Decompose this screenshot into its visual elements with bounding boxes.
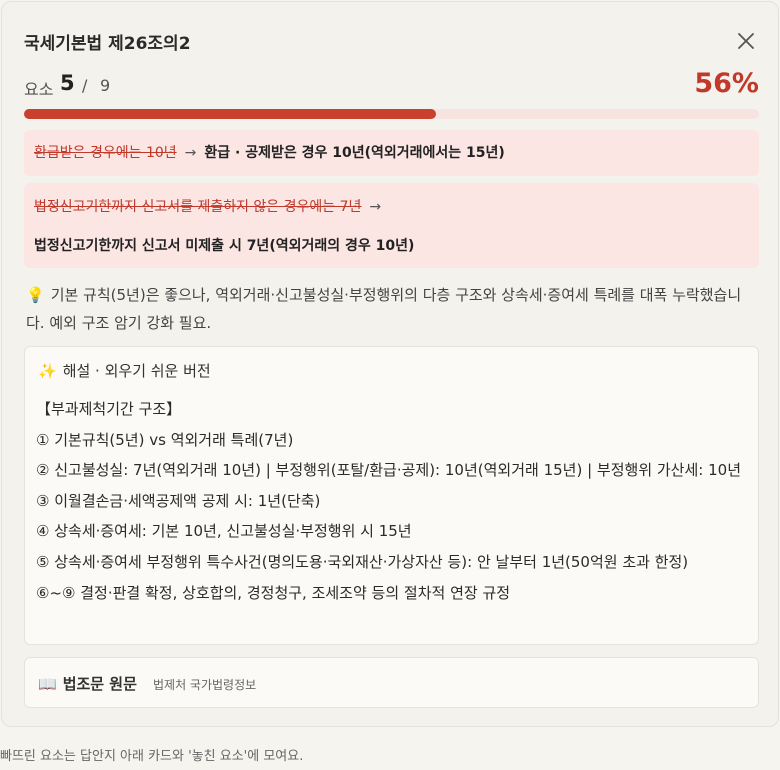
progress-row: 요소 5 / 9 56% [24,68,759,104]
lightbulb-icon: 💡 [26,286,45,304]
explanation-body: 【부과제척기간 구조】 ① 기본규칙(5년) vs 역외거래 특례(7년) ② … [36,394,751,608]
card-title: 국세기본법 제26조의2 [24,34,191,54]
step-current: 5 [60,71,75,95]
law-text-toggle[interactable]: 📖 법조문 원문 법제처 국가법령정보 [24,657,759,708]
correction-item: 환급받은 경우에는 10년 → 환급 · 공제받은 경우 10년(역외거래에서는 1… [24,130,759,176]
correct-text: 환급 · 공제받은 경우 10년(역외거래에서는 15년) [204,145,505,161]
explanation-line: 【부과제척기간 구조】 [36,400,182,418]
explanation-line: ⑤ 상속세·증여세 부정행위 특수사건(명의도용·국외재산·가상자산 등): 안… [36,552,689,571]
result-card: 국세기본법 제26조의2 요소 5 / 9 56% 환급받은 경우에는 10년 →… [1,1,779,727]
step-total: 9 [100,76,111,95]
progress-bar-fill [24,109,436,119]
explanation-line: ② 신고불성실: 7년(역외거래 10년) | 부정행위(포탈/환급·공제): … [36,461,741,480]
arrow-right-icon: → [184,145,197,161]
explanation-line: ③ 이월결손금·세액공제액 공제 시: 1년(단축) [36,491,321,510]
tip-text: 기본 규칙(5년)은 좋으나, 역외거래·신고불성실·부정행위의 다층 구조와 … [26,286,742,332]
law-title-label: 법조문 원문 [62,675,137,693]
footer-note: 빠뜨린 요소는 답안지 아래 카드와 '놓친 요소'에 모여요. [0,749,304,764]
feedback-tip: 💡 기본 규칙(5년)은 좋으나, 역외거래·신고불성실·부정행위의 다층 구조와… [26,281,756,337]
progress-bar [24,109,759,119]
correction-item: 법정신고기한까지 신고서를 제출하지 않은 경우에는 7년 → 법정신고기한까지 … [24,183,759,268]
explanation-line: ⑥~⑨ 결정·판결 확정, 상호합의, 경정청구, 조세조약 등의 절차적 연장… [36,583,511,602]
arrow-right-icon: → [369,199,382,215]
progress-percent: 56% [694,68,759,99]
explanation-line: ① 기본규칙(5년) vs 역외거래 특례(7년) [36,430,294,449]
explanation-header: ✨ 해설 · 외우기 쉬운 버전 [38,360,211,381]
wrong-text: 환급받은 경우에는 10년 [34,145,177,161]
close-icon[interactable] [733,28,759,54]
explanation-panel: ✨ 해설 · 외우기 쉬운 버전 【부과제척기간 구조】 ① 기본규칙(5년) v… [24,346,759,645]
correct-text: 법정신고기한까지 신고서 미제출 시 7년(역외거래의 경우 10년) [34,238,415,254]
sparkle-icon: ✨ [38,362,57,380]
step-label: 요소 [24,80,54,99]
book-icon: 📖 [38,675,57,693]
law-source: 법제처 국가법령정보 [153,678,257,692]
explanation-line: ④ 상속세·증여세: 기본 10년, 신고불성실·부정행위 시 15년 [36,522,412,541]
explanation-title: 해설 · 외우기 쉬운 버전 [62,362,211,380]
law-title[interactable]: 📖 법조문 원문 [38,673,137,694]
step-separator: / [82,76,88,95]
wrong-text: 법정신고기한까지 신고서를 제출하지 않은 경우에는 7년 [34,199,362,215]
